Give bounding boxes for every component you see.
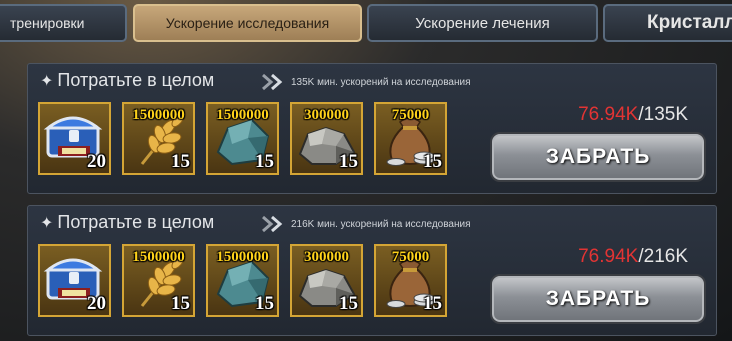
panel-title: ✦ Потратьте в целом <box>40 70 214 91</box>
reward-item[interactable]: 300000 15 <box>290 244 363 317</box>
reward-amount: 75000 <box>391 107 430 123</box>
progress-total: /135K <box>638 104 688 125</box>
reward-count: 15 <box>171 151 190 172</box>
reward-panel: ✦ Потратьте в целом 135K мин. ускорений … <box>27 63 717 194</box>
reward-count: 15 <box>423 151 442 172</box>
diamond-icon: ✦ <box>40 72 54 90</box>
progress-text: 76.94K/216K <box>578 246 688 268</box>
speedup-arrow-icon <box>261 73 285 91</box>
reward-amount: 1500000 <box>132 249 185 265</box>
claim-button[interactable]: ЗАБРАТЬ <box>490 132 706 182</box>
diamond-icon: ✦ <box>40 214 54 232</box>
reward-item[interactable]: 75000 15 <box>374 102 447 175</box>
reward-item[interactable]: 300000 15 <box>290 102 363 175</box>
reward-count: 15 <box>171 293 190 314</box>
progress-current: 76.94K <box>578 246 639 267</box>
reward-amount: 1500000 <box>216 249 269 265</box>
tab-healing-speedup[interactable]: Ускорение лечения <box>367 4 598 42</box>
progress-current: 76.94K <box>578 104 639 125</box>
reward-item[interactable]: 1500000 15 <box>122 244 195 317</box>
panel-description: 135K мин. ускорений на исследования <box>291 77 471 88</box>
tab-crystal[interactable]: Кристалл <box>603 4 732 42</box>
progress-text: 76.94K/135K <box>578 104 688 126</box>
tab-research-speedup[interactable]: Ускорение исследования <box>133 4 362 42</box>
panel-title-text: Потратьте в целом <box>57 212 215 232</box>
panel-title-text: Потратьте в целом <box>57 70 215 90</box>
reward-item[interactable]: 75000 15 <box>374 244 447 317</box>
reward-amount: 300000 <box>304 107 349 123</box>
reward-item[interactable]: 1500000 15 <box>122 102 195 175</box>
reward-amount: 1500000 <box>132 107 185 123</box>
panel-title: ✦ Потратьте в целом <box>40 212 214 233</box>
reward-item[interactable]: 20 <box>38 102 111 175</box>
reward-count: 15 <box>339 293 358 314</box>
reward-amount: 1500000 <box>216 107 269 123</box>
progress-total: /216K <box>638 246 688 267</box>
reward-panel: ✦ Потратьте в целом 216K мин. ускорений … <box>27 205 717 336</box>
reward-amount: 300000 <box>304 249 349 265</box>
reward-item[interactable]: 1500000 15 <box>206 244 279 317</box>
panel-description: 216K мин. ускорений на исследования <box>291 219 471 230</box>
reward-count: 20 <box>87 293 106 314</box>
reward-count: 20 <box>87 151 106 172</box>
reward-item[interactable]: 20 <box>38 244 111 317</box>
tab-bar: тренировки Ускорение исследования Ускоре… <box>0 0 732 48</box>
reward-count: 15 <box>339 151 358 172</box>
speedup-arrow-icon <box>261 215 285 233</box>
reward-count: 15 <box>255 293 274 314</box>
reward-count: 15 <box>255 151 274 172</box>
claim-button[interactable]: ЗАБРАТЬ <box>490 274 706 324</box>
tab-training[interactable]: тренировки <box>0 4 127 42</box>
reward-count: 15 <box>423 293 442 314</box>
reward-amount: 75000 <box>391 249 430 265</box>
reward-item[interactable]: 1500000 15 <box>206 102 279 175</box>
